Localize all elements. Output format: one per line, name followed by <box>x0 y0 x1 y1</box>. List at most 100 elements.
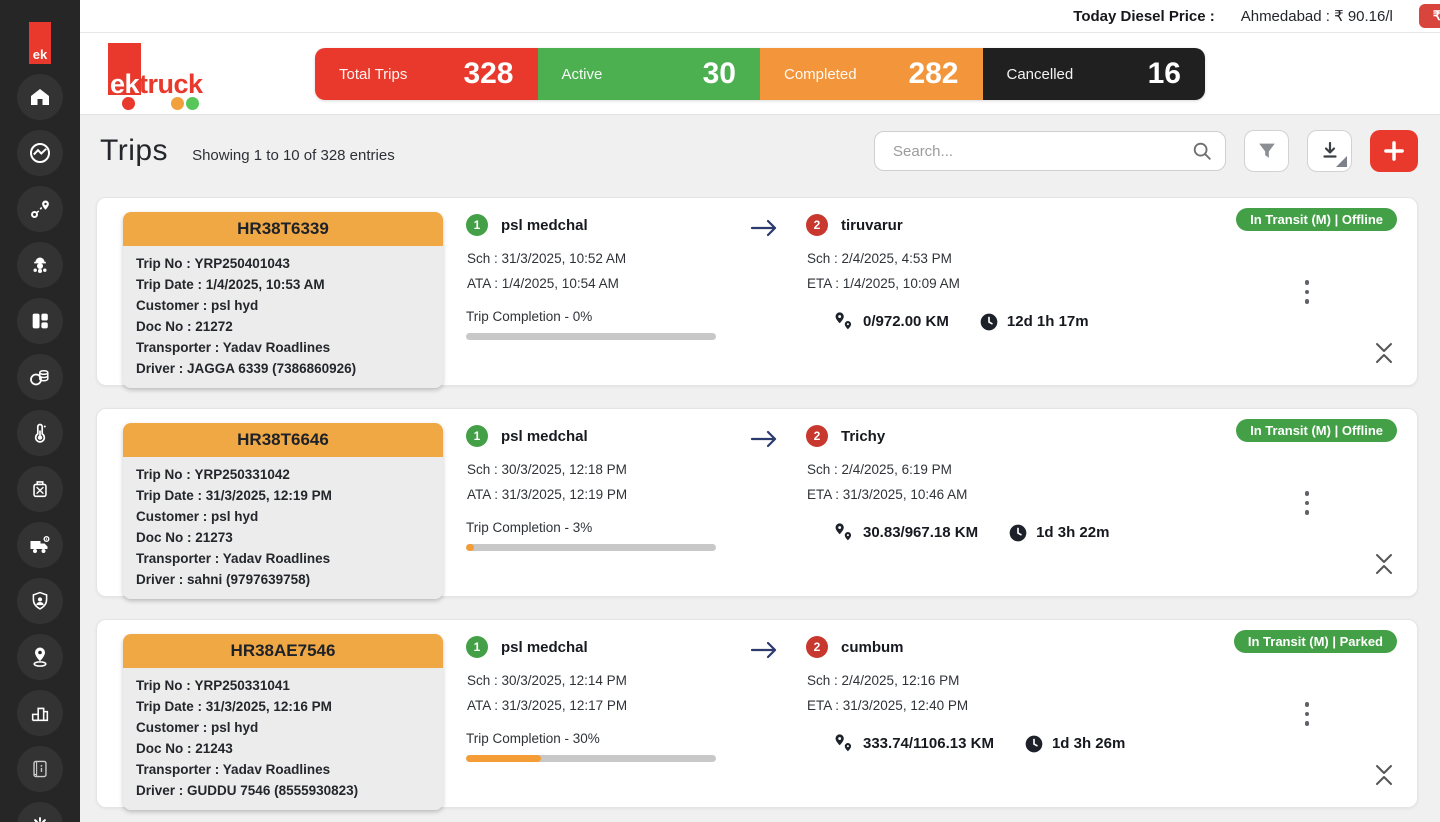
origin-number-badge: 1 <box>466 636 488 658</box>
distance-pins-icon <box>832 310 855 333</box>
filter-icon <box>1256 140 1278 162</box>
sidebar-item-gear[interactable] <box>17 802 63 822</box>
sidebar-item-fuel-can[interactable] <box>17 466 63 512</box>
brand-ek-text: ek <box>110 69 139 99</box>
sidebar-item-thermometer[interactable] <box>17 410 63 456</box>
thermometer-icon <box>28 421 52 445</box>
plus-icon <box>1381 138 1407 164</box>
origin-number-badge: 1 <box>466 425 488 447</box>
sidebar-item-info-book[interactable] <box>17 746 63 792</box>
origin-ata: ATA : 1/4/2025, 10:54 AM <box>467 276 736 291</box>
header-row: ektruck Total Trips 328 Active 30 Comple… <box>80 33 1440 115</box>
sidebar-item-gauge[interactable] <box>17 130 63 176</box>
vehicle-box: HR38AE7546 Trip No : YRP250331041 Trip D… <box>123 634 443 810</box>
stat-total-trips[interactable]: Total Trips 328 <box>315 48 538 100</box>
diesel-price-button[interactable]: ₹ 0 <box>1419 4 1440 28</box>
main-content: Trips Showing 1 to 10 of 328 entries H <box>80 115 1440 822</box>
sidebar-item-coins[interactable] <box>17 354 63 400</box>
map-pin-icon <box>28 645 52 669</box>
sidebar-item-route[interactable] <box>17 186 63 232</box>
stat-cancelled[interactable]: Cancelled 16 <box>983 48 1206 100</box>
driver-row: Driver : GUDDU 7546 (8555930823) <box>136 780 430 801</box>
trip-card: HR38T6646 Trip No : YRP250331042 Trip Da… <box>96 408 1418 597</box>
duration-value: 12d 1h 17m <box>1007 313 1089 330</box>
trip-no-row: Trip No : YRP250401043 <box>136 253 430 274</box>
duration-clock-icon <box>979 312 999 332</box>
bar-chart-icon <box>29 702 51 724</box>
driver-icon <box>28 253 52 277</box>
coins-icon <box>28 365 52 389</box>
page-title: Trips <box>100 134 168 168</box>
destination-name: Trichy <box>841 428 885 445</box>
distance-pins-icon <box>832 732 855 755</box>
origin-sch: Sch : 30/3/2025, 12:14 PM <box>467 673 736 688</box>
stat-completed[interactable]: Completed 282 <box>760 48 983 100</box>
trip-card: HR38AE7546 Trip No : YRP250331041 Trip D… <box>96 619 1418 808</box>
driver-row: Driver : JAGGA 6339 (7386860926) <box>136 358 430 379</box>
trip-progress-bar <box>466 544 716 551</box>
trip-metrics: 333.74/1106.13 KM 1d 3h 26m <box>832 732 1136 755</box>
trip-status-badge: In Transit (M) | Offline <box>1236 419 1397 442</box>
expand-toggle-icon[interactable] <box>1372 760 1396 793</box>
search-input[interactable] <box>893 143 1191 160</box>
shield-user-icon <box>29 590 51 612</box>
distance-value: 0/972.00 KM <box>863 313 949 330</box>
route-arrow-icon <box>749 427 779 456</box>
destination-name: cumbum <box>841 639 904 656</box>
origin-sch: Sch : 30/3/2025, 12:18 PM <box>467 462 736 477</box>
trip-completion-label: Trip Completion - 30% <box>466 731 736 746</box>
sidebar-item-truck[interactable] <box>17 522 63 568</box>
destination-column: 2 tiruvarur Sch : 2/4/2025, 4:53 PM ETA … <box>806 214 1136 333</box>
transporter-row: Transporter : Yadav Roadlines <box>136 337 430 358</box>
sidebar-item-shield-user[interactable] <box>17 578 63 624</box>
sidebar-logo[interactable]: ek <box>29 22 51 64</box>
doc-no-row: Doc No : 21272 <box>136 316 430 337</box>
brand-dots <box>108 97 258 115</box>
trip-metrics: 0/972.00 KM 12d 1h 17m <box>832 310 1136 333</box>
sidebar-item-panels[interactable] <box>17 298 63 344</box>
destination-eta: ETA : 31/3/2025, 10:46 AM <box>807 487 1136 502</box>
customer-row: Customer : psl hyd <box>136 717 430 738</box>
customer-row: Customer : psl hyd <box>136 506 430 527</box>
stat-active[interactable]: Active 30 <box>538 48 761 100</box>
origin-ata: ATA : 31/3/2025, 12:17 PM <box>467 698 736 713</box>
trip-date-row: Trip Date : 1/4/2025, 10:53 AM <box>136 274 430 295</box>
expand-toggle-icon[interactable] <box>1372 549 1396 582</box>
route-arrow-icon <box>749 638 779 667</box>
sidebar-item-map-pin[interactable] <box>17 634 63 680</box>
trip-card-list: HR38T6339 Trip No : YRP250401043 Trip Da… <box>96 197 1418 808</box>
duration-clock-icon <box>1008 523 1028 543</box>
destination-number-badge: 2 <box>806 425 828 447</box>
sidebar-item-bar-chart[interactable] <box>17 690 63 736</box>
topbar: Today Diesel Price : Ahmedabad : ₹ 90.16… <box>80 0 1440 33</box>
destination-eta: ETA : 1/4/2025, 10:09 AM <box>807 276 1136 291</box>
trip-progress-bar <box>466 755 716 762</box>
doc-no-row: Doc No : 21243 <box>136 738 430 759</box>
diesel-price-label: Today Diesel Price : <box>1073 8 1214 25</box>
download-button[interactable] <box>1307 130 1352 172</box>
sidebar-item-home[interactable] <box>17 74 63 120</box>
home-icon <box>28 85 52 109</box>
destination-sch: Sch : 2/4/2025, 6:19 PM <box>807 462 1136 477</box>
trip-progress-bar <box>466 333 716 340</box>
add-trip-button[interactable] <box>1370 130 1418 172</box>
origin-column: 1 psl medchal Sch : 30/3/2025, 12:14 PM … <box>466 636 736 762</box>
route-arrow-icon <box>749 216 779 245</box>
trip-no-row: Trip No : YRP250331042 <box>136 464 430 485</box>
search-icon <box>1191 140 1213 162</box>
gear-icon <box>29 814 51 822</box>
panels-icon <box>29 310 51 332</box>
destination-sch: Sch : 2/4/2025, 12:16 PM <box>807 673 1136 688</box>
filter-button[interactable] <box>1244 130 1289 172</box>
fold-corner <box>1336 156 1347 167</box>
expand-toggle-icon[interactable] <box>1372 338 1396 371</box>
sidebar: ek <box>0 0 80 822</box>
transporter-row: Transporter : Yadav Roadlines <box>136 759 430 780</box>
destination-sch: Sch : 2/4/2025, 4:53 PM <box>807 251 1136 266</box>
sidebar-item-driver[interactable] <box>17 242 63 288</box>
destination-column: 2 cumbum Sch : 2/4/2025, 12:16 PM ETA : … <box>806 636 1136 755</box>
trip-card: HR38T6339 Trip No : YRP250401043 Trip Da… <box>96 197 1418 386</box>
card-menu-button[interactable] <box>1301 698 1314 730</box>
card-menu-button[interactable] <box>1301 487 1314 519</box>
card-menu-button[interactable] <box>1301 276 1314 308</box>
